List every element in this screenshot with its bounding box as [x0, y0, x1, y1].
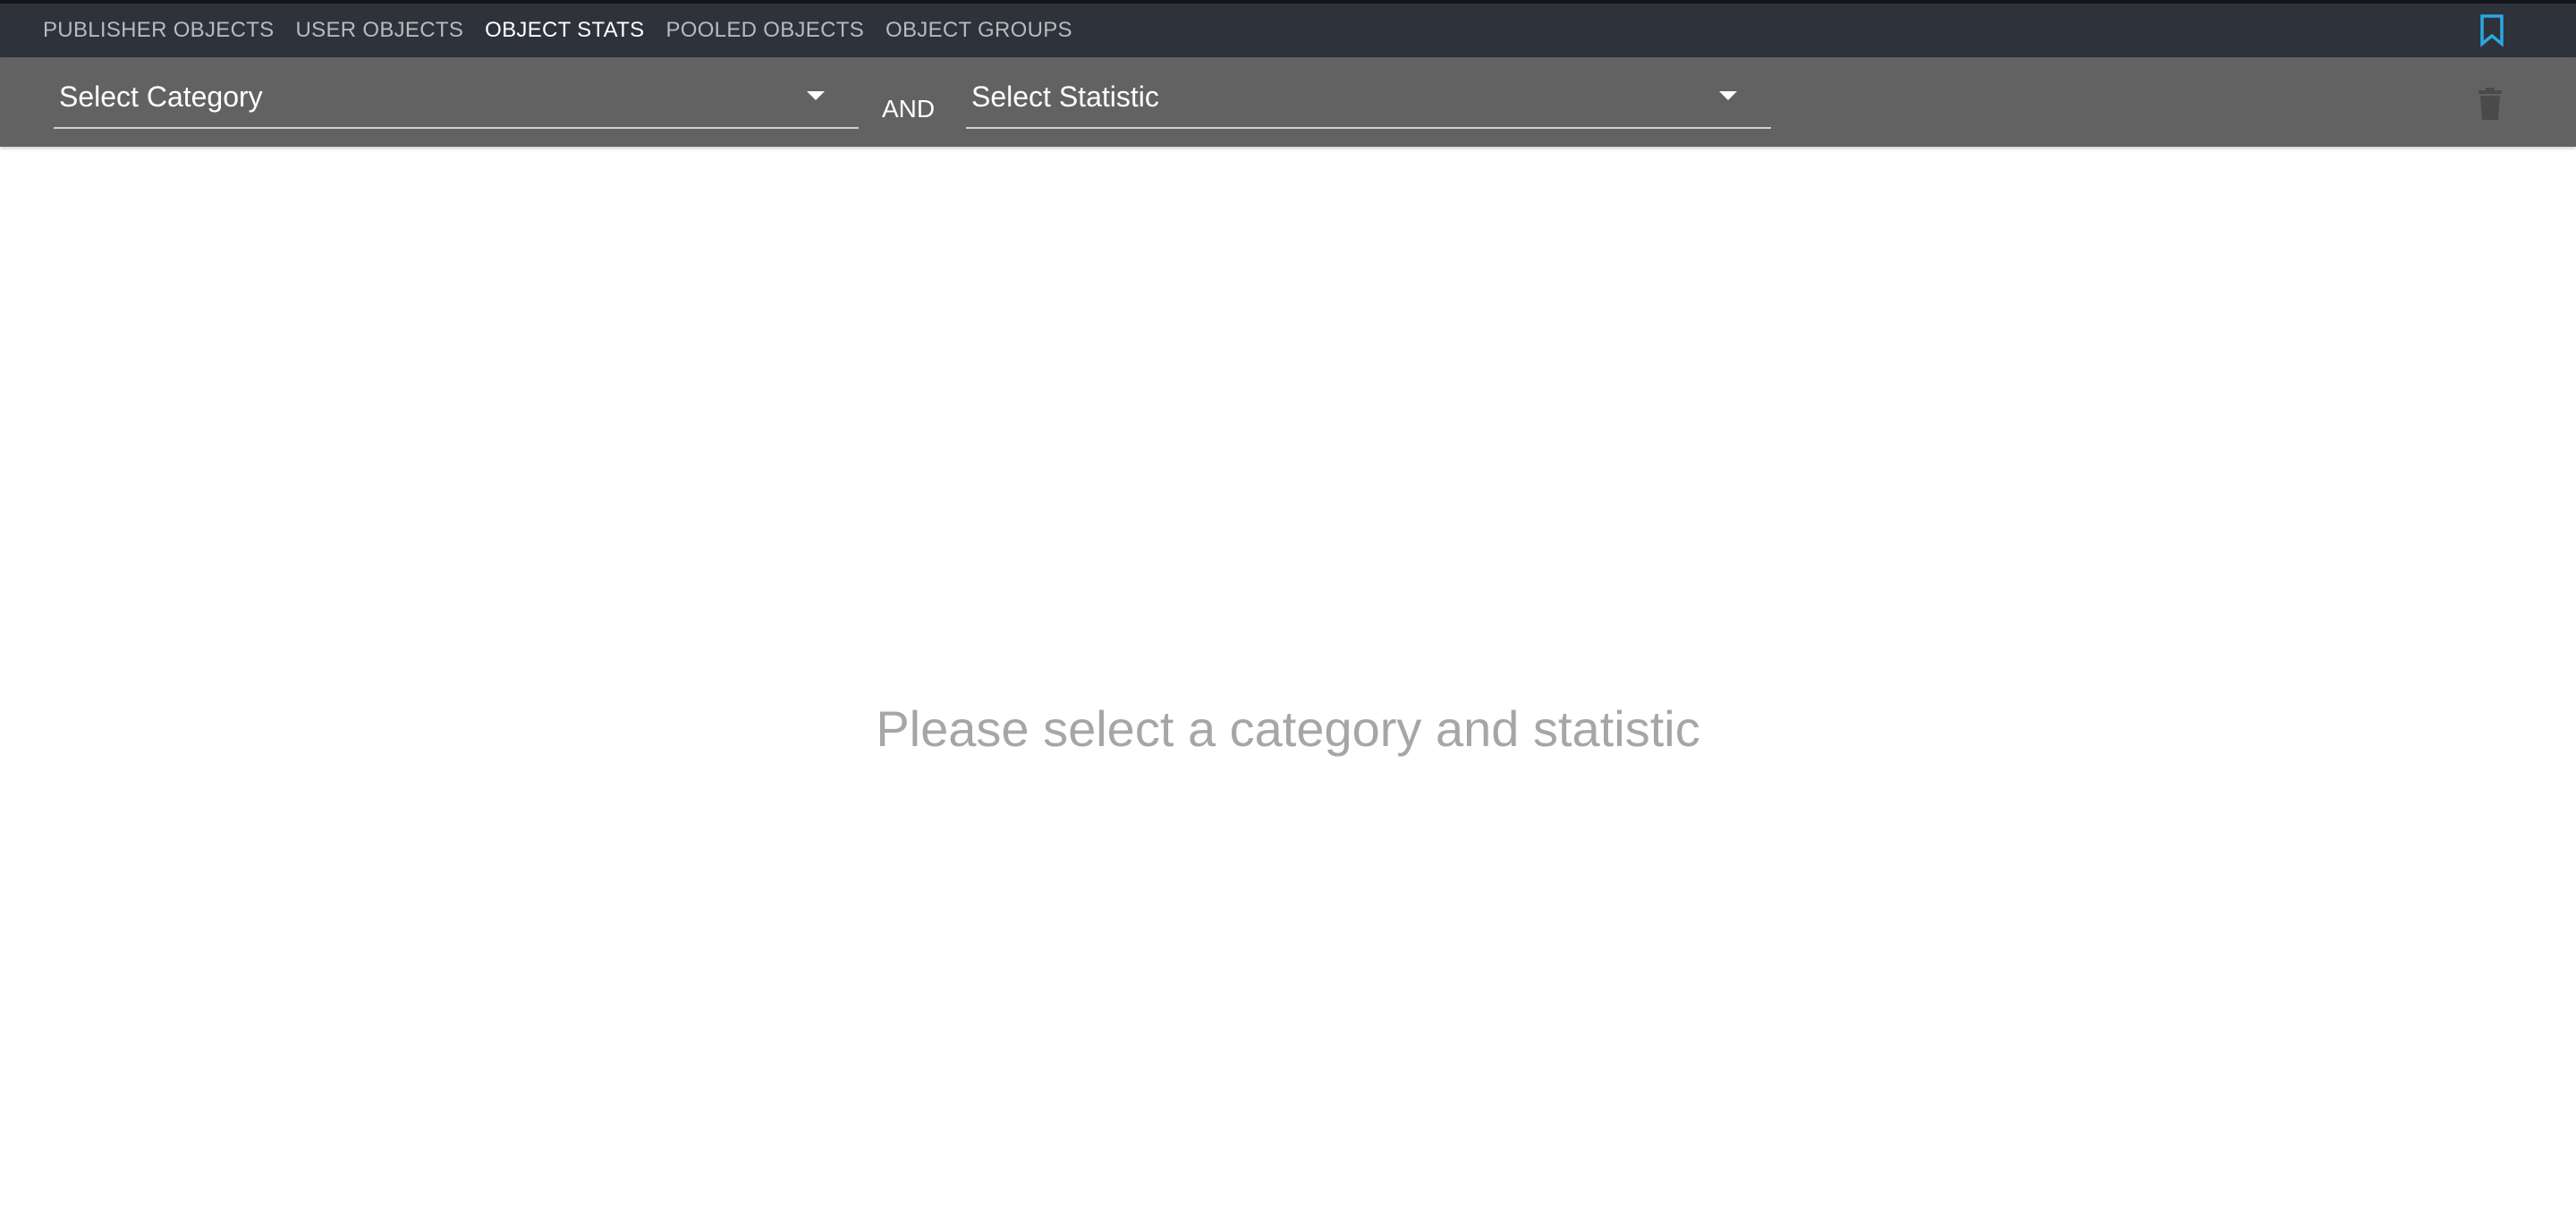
caret-down-icon	[1719, 91, 1737, 100]
statistic-select-label: Select Statistic	[971, 81, 1159, 113]
statistic-select[interactable]: Select Statistic	[966, 70, 1771, 129]
tab-object-groups[interactable]: OBJECT GROUPS	[875, 4, 1083, 57]
bookmark-icon	[2480, 14, 2504, 47]
caret-down-icon	[807, 91, 825, 100]
empty-state-message: Please select a category and statistic	[876, 700, 1700, 757]
tab-list: PUBLISHER OBJECTS USER OBJECTS OBJECT ST…	[32, 4, 1083, 57]
delete-button[interactable]	[2472, 84, 2508, 123]
tab-pooled-objects[interactable]: POOLED OBJECTS	[655, 4, 875, 57]
trash-icon	[2479, 88, 2502, 120]
category-select-label: Select Category	[59, 81, 263, 113]
category-select[interactable]: Select Category	[54, 70, 859, 129]
tab-user-objects[interactable]: USER OBJECTS	[285, 4, 475, 57]
bookmark-button[interactable]	[2474, 13, 2510, 48]
top-navigation-bar: PUBLISHER OBJECTS USER OBJECTS OBJECT ST…	[0, 0, 2576, 57]
tab-object-stats[interactable]: OBJECT STATS	[474, 4, 655, 57]
tab-publisher-objects[interactable]: PUBLISHER OBJECTS	[32, 4, 285, 57]
and-label: AND	[882, 95, 936, 123]
